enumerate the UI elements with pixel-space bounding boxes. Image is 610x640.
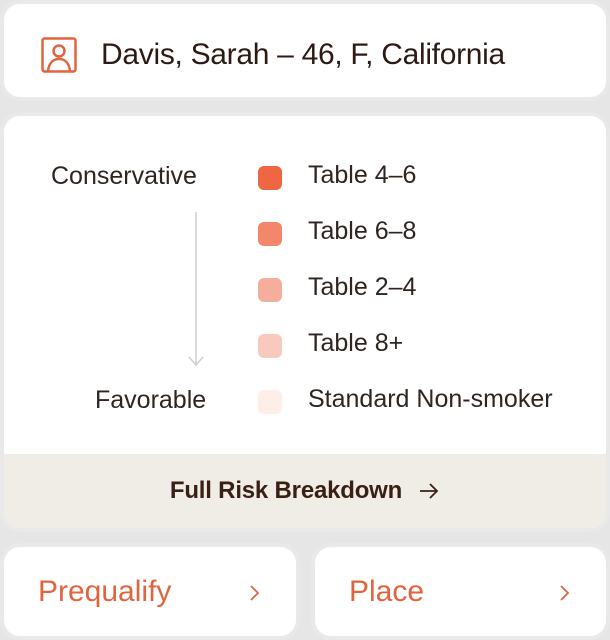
scale-top-label: Conservative: [51, 162, 197, 190]
legend-item: Table 8+: [258, 328, 598, 364]
legend-label: Table 6–8: [308, 217, 417, 245]
prequalify-button[interactable]: Prequalify: [0, 543, 300, 640]
legend-swatch: [258, 334, 282, 358]
chevron-right-icon: [250, 585, 260, 601]
prequalify-label: Prequalify: [38, 575, 172, 608]
legend-swatch: [258, 166, 282, 190]
legend-item: Table 6–8: [258, 216, 598, 252]
scale-down-arrow-icon: [188, 212, 204, 367]
legend-item: Table 2–4: [258, 272, 598, 308]
legend-swatch: [258, 390, 282, 414]
user-portrait-icon: [41, 37, 77, 73]
legend-label: Table 2–4: [308, 273, 417, 301]
risk-scale-card: Conservative Favorable Table 4–6 Table 6…: [0, 112, 610, 532]
legend-item: Table 4–6: [258, 160, 598, 196]
full-risk-breakdown-label: Full Risk Breakdown: [169, 477, 403, 504]
chevron-right-icon: [560, 585, 570, 601]
patient-header-card: Davis, Sarah – 46, F, California: [0, 0, 610, 101]
legend-label: Table 8+: [308, 329, 404, 357]
place-label: Place: [349, 575, 425, 608]
legend-item: Standard Non-smoker: [258, 384, 598, 420]
legend-label: Table 4–6: [308, 161, 417, 189]
full-risk-breakdown-button[interactable]: Full Risk Breakdown: [4, 454, 606, 528]
place-button[interactable]: Place: [311, 543, 610, 640]
legend-label: Standard Non-smoker: [308, 385, 553, 413]
scale-bottom-label: Favorable: [95, 386, 207, 414]
legend-swatch: [258, 222, 282, 246]
legend-swatch: [258, 278, 282, 302]
arrow-right-icon: [420, 483, 439, 499]
patient-summary: Davis, Sarah – 46, F, California: [101, 38, 505, 71]
